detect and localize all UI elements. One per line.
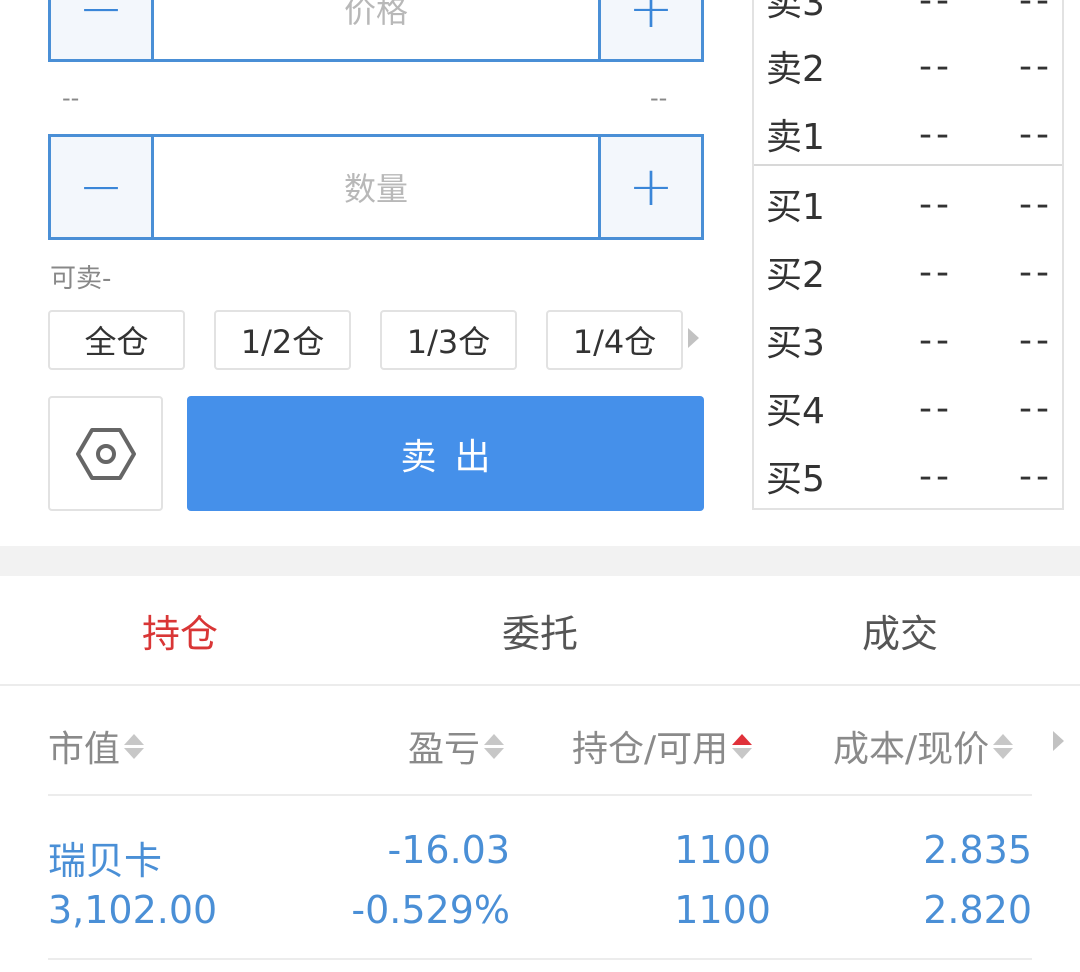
table-row[interactable]: 瑞贝卡 3,102.00 -16.03 -0.529% 1100 1100 2.… (0, 796, 1080, 960)
position-third-button[interactable]: 1/3仓 (380, 310, 517, 370)
pnl-amount: -16.03 (387, 828, 511, 872)
bid-price: -- (919, 319, 953, 361)
sell-button[interactable]: 卖出 (187, 396, 704, 511)
bid-volume: -- (1019, 455, 1053, 497)
limit-down-price: -- (62, 84, 80, 112)
ask-row-1: 卖1 -- -- (766, 104, 1056, 164)
holdings-table-header: 市值 盈亏 持仓/可用 成本/现价 (0, 690, 1080, 795)
sort-icon-active (732, 733, 753, 759)
caret-right-icon[interactable] (1053, 731, 1064, 751)
stock-name: 瑞贝卡 (48, 839, 163, 883)
section-divider (0, 546, 1080, 576)
ask-price: -- (919, 0, 953, 21)
position-full-button[interactable]: 全仓 (48, 310, 185, 370)
current-price: 2.820 (923, 888, 1032, 932)
quantity-stepper[interactable]: − 数量 + (48, 134, 704, 240)
price-stepper[interactable]: − 价格 + (48, 0, 704, 62)
limit-up-price: -- (650, 84, 668, 112)
ask-label: 卖2 (766, 49, 825, 90)
header-label: 持仓/可用 (572, 729, 729, 770)
sort-icon (124, 733, 145, 759)
ask-volume: -- (1019, 45, 1053, 87)
price-input[interactable]: 价格 (154, 0, 598, 59)
header-label: 盈亏 (408, 729, 481, 770)
position-qty: 1100 (674, 828, 771, 872)
ask-row-3: 卖3 -- -- (766, 0, 1056, 30)
price-decrement-button[interactable]: − (51, 0, 154, 59)
bid-row-5: 买5 -- -- (766, 446, 1056, 506)
available-qty: 1100 (674, 888, 771, 932)
bid-volume: -- (1019, 319, 1053, 361)
header-pnl[interactable]: 盈亏 (408, 720, 505, 772)
book-divider (754, 164, 1062, 166)
bid-row-1: 买1 -- -- (766, 174, 1056, 234)
bid-volume: -- (1019, 251, 1053, 293)
bid-label: 买2 (766, 255, 825, 296)
bid-label: 买1 (766, 187, 825, 228)
bid-volume: -- (1019, 183, 1053, 225)
settings-button[interactable] (48, 396, 163, 511)
header-cost-price[interactable]: 成本/现价 (833, 720, 1014, 772)
quantity-input[interactable]: 数量 (154, 137, 598, 237)
sort-icon (484, 733, 505, 759)
row-divider (48, 958, 1032, 960)
tab-holdings[interactable]: 持仓 (0, 576, 360, 684)
bid-price: -- (919, 455, 953, 497)
bid-price: -- (919, 183, 953, 225)
ask-price: -- (919, 113, 953, 155)
header-label: 市值 (48, 729, 121, 770)
bid-label: 买5 (766, 459, 825, 500)
position-quarter-button[interactable]: 1/4仓 (546, 310, 683, 370)
hexagon-gear-icon (75, 427, 136, 480)
pnl-percent: -0.529% (351, 888, 510, 932)
cost-price: 2.835 (923, 828, 1032, 872)
sort-icon (993, 733, 1014, 759)
tab-trades[interactable]: 成交 (720, 576, 1080, 684)
order-book: 卖3 -- -- 卖2 -- -- 卖1 -- -- 买1 -- -- 买2 -… (752, 0, 1064, 510)
ask-volume: -- (1019, 0, 1053, 21)
bid-row-3: 买3 -- -- (766, 310, 1056, 370)
available-to-sell: 可卖- (50, 264, 112, 294)
ask-row-2: 卖2 -- -- (766, 36, 1056, 96)
bid-price: -- (919, 251, 953, 293)
bid-row-2: 买2 -- -- (766, 242, 1056, 302)
bid-label: 买3 (766, 323, 825, 364)
caret-right-icon[interactable] (688, 328, 699, 348)
ask-label: 卖3 (766, 0, 825, 24)
position-half-button[interactable]: 1/2仓 (214, 310, 351, 370)
ask-price: -- (919, 45, 953, 87)
ask-volume: -- (1019, 113, 1053, 155)
bid-label: 买4 (766, 391, 825, 432)
bid-row-4: 买4 -- -- (766, 378, 1056, 438)
header-position-available[interactable]: 持仓/可用 (572, 720, 753, 772)
bid-volume: -- (1019, 387, 1053, 429)
bid-price: -- (919, 387, 953, 429)
ask-label: 卖1 (766, 117, 825, 158)
tab-orders[interactable]: 委托 (360, 576, 720, 684)
quantity-increment-button[interactable]: + (598, 137, 701, 237)
header-label: 成本/现价 (833, 729, 990, 770)
header-market-value[interactable]: 市值 (48, 720, 145, 772)
price-increment-button[interactable]: + (598, 0, 701, 59)
quantity-decrement-button[interactable]: − (51, 137, 154, 237)
record-tabs: 持仓 委托 成交 (0, 576, 1080, 686)
market-value: 3,102.00 (48, 888, 218, 932)
